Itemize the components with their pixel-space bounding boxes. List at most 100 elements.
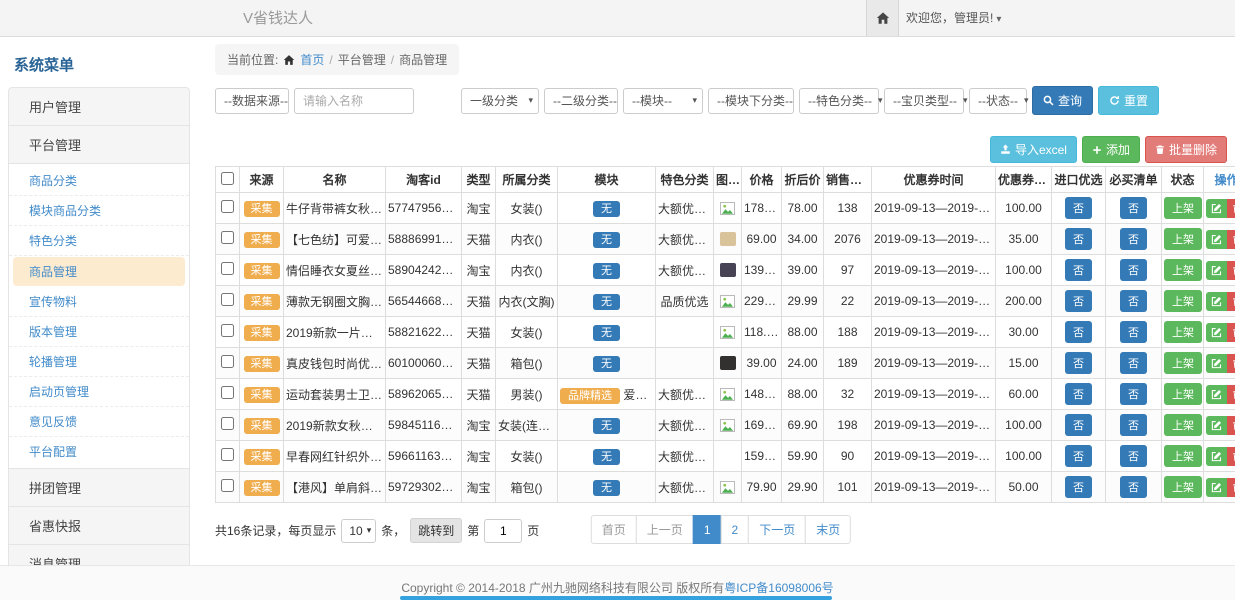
sidebar-item-users[interactable]: 用户管理 (8, 87, 190, 126)
submenu-item-module-goods-category[interactable]: 模块商品分类 (9, 196, 189, 226)
submenu-item-goods-category[interactable]: 商品分类 (9, 166, 189, 196)
jump-button[interactable]: 跳转到 (410, 518, 462, 543)
must-buy-toggle[interactable]: 否 (1120, 383, 1147, 405)
per-page-select[interactable]: 10▾ (341, 519, 376, 543)
delete-button[interactable] (1227, 230, 1235, 249)
edit-button[interactable] (1206, 354, 1227, 373)
status-button[interactable]: 上架 (1164, 228, 1202, 250)
sidebar-item-groupbuy[interactable]: 拼团管理 (8, 468, 190, 507)
status-button[interactable]: 上架 (1164, 352, 1202, 374)
horizontal-scrollbar-thumb[interactable] (400, 596, 832, 600)
row-checkbox[interactable] (221, 448, 234, 461)
must-buy-toggle[interactable]: 否 (1120, 476, 1147, 498)
prev-page-button[interactable]: 上一页 (636, 515, 694, 544)
next-page-button[interactable]: 下一页 (748, 515, 806, 544)
status-button[interactable]: 上架 (1164, 445, 1202, 467)
status-select[interactable]: --状态--▾ (969, 88, 1027, 114)
edit-button[interactable] (1206, 199, 1227, 218)
item-type-select[interactable]: --宝贝类型--▾ (884, 88, 964, 114)
status-button[interactable]: 上架 (1164, 476, 1202, 498)
status-button[interactable]: 上架 (1164, 259, 1202, 281)
icp-link[interactable]: 粤ICP备16098006号 (724, 581, 833, 595)
must-buy-toggle[interactable]: 否 (1120, 445, 1147, 467)
must-buy-toggle[interactable]: 否 (1120, 290, 1147, 312)
must-buy-toggle[interactable]: 否 (1120, 228, 1147, 250)
import-select-toggle[interactable]: 否 (1065, 321, 1092, 343)
sidebar-item-messages[interactable]: 消息管理 (8, 544, 190, 565)
submenu-item-promo-material[interactable]: 宣传物料 (9, 287, 189, 317)
jump-page-input[interactable] (484, 519, 522, 543)
delete-button[interactable] (1227, 199, 1235, 218)
row-checkbox[interactable] (221, 324, 234, 337)
submenu-item-splash[interactable]: 启动页管理 (9, 377, 189, 407)
import-select-toggle[interactable]: 否 (1065, 383, 1092, 405)
delete-button[interactable] (1227, 385, 1235, 404)
row-checkbox[interactable] (221, 200, 234, 213)
level1-category-select[interactable]: 一级分类▾ (461, 88, 539, 114)
user-menu[interactable]: 欢迎您，管理员!▾ (906, 0, 1001, 38)
edit-button[interactable] (1206, 478, 1227, 497)
delete-button[interactable] (1227, 478, 1235, 497)
must-buy-toggle[interactable]: 否 (1120, 197, 1147, 219)
edit-button[interactable] (1206, 385, 1227, 404)
submenu-item-carousel[interactable]: 轮播管理 (9, 347, 189, 377)
submenu-item-goods-management-active[interactable]: 商品管理 (13, 257, 185, 286)
status-button[interactable]: 上架 (1164, 290, 1202, 312)
row-checkbox[interactable] (221, 293, 234, 306)
submenu-item-feature-category[interactable]: 特色分类 (9, 226, 189, 256)
import-select-toggle[interactable]: 否 (1065, 228, 1092, 250)
edit-button[interactable] (1206, 230, 1227, 249)
row-checkbox[interactable] (221, 231, 234, 244)
home-button[interactable] (866, 0, 899, 36)
status-button[interactable]: 上架 (1164, 383, 1202, 405)
add-button[interactable]: 添加 (1082, 136, 1140, 163)
edit-button[interactable] (1206, 447, 1227, 466)
import-select-toggle[interactable]: 否 (1065, 352, 1092, 374)
must-buy-toggle[interactable]: 否 (1120, 321, 1147, 343)
import-select-toggle[interactable]: 否 (1065, 414, 1092, 436)
must-buy-toggle[interactable]: 否 (1120, 414, 1147, 436)
row-checkbox[interactable] (221, 386, 234, 399)
edit-button[interactable] (1206, 292, 1227, 311)
page-button-1[interactable]: 1 (693, 515, 722, 544)
first-page-button[interactable]: 首页 (591, 515, 637, 544)
delete-button[interactable] (1227, 292, 1235, 311)
page-button-2[interactable]: 2 (721, 515, 750, 544)
name-search-input[interactable] (294, 88, 414, 114)
feature-category-select[interactable]: --特色分类--▾ (799, 88, 879, 114)
delete-button[interactable] (1227, 447, 1235, 466)
submenu-item-platform-config[interactable]: 平台配置 (9, 437, 189, 466)
reset-button[interactable]: 重置 (1098, 86, 1159, 115)
delete-button[interactable] (1227, 416, 1235, 435)
import-select-toggle[interactable]: 否 (1065, 259, 1092, 281)
edit-button[interactable] (1206, 323, 1227, 342)
module-select[interactable]: --模块--▾ (623, 88, 703, 114)
submenu-item-feedback[interactable]: 意见反馈 (9, 407, 189, 437)
import-select-toggle[interactable]: 否 (1065, 197, 1092, 219)
row-checkbox[interactable] (221, 355, 234, 368)
select-all-checkbox[interactable] (221, 172, 234, 185)
status-button[interactable]: 上架 (1164, 321, 1202, 343)
must-buy-toggle[interactable]: 否 (1120, 352, 1147, 374)
import-excel-button[interactable]: 导入excel (990, 136, 1077, 163)
batch-delete-button[interactable]: 批量删除 (1145, 136, 1227, 163)
delete-button[interactable] (1227, 261, 1235, 280)
row-checkbox[interactable] (221, 417, 234, 430)
import-select-toggle[interactable]: 否 (1065, 290, 1092, 312)
row-checkbox[interactable] (221, 479, 234, 492)
status-button[interactable]: 上架 (1164, 197, 1202, 219)
edit-button[interactable] (1206, 261, 1227, 280)
last-page-button[interactable]: 末页 (805, 515, 851, 544)
row-checkbox[interactable] (221, 262, 234, 275)
level2-category-select[interactable]: --二级分类--▾ (544, 88, 618, 114)
data-source-select[interactable]: --数据来源--▾ (215, 88, 289, 114)
module-subcategory-select[interactable]: --模块下分类--▾ (708, 88, 794, 114)
search-button[interactable]: 查询 (1032, 86, 1093, 115)
delete-button[interactable] (1227, 354, 1235, 373)
sidebar-item-platform[interactable]: 平台管理 (8, 125, 190, 164)
import-select-toggle[interactable]: 否 (1065, 476, 1092, 498)
must-buy-toggle[interactable]: 否 (1120, 259, 1147, 281)
delete-button[interactable] (1227, 323, 1235, 342)
edit-button[interactable] (1206, 416, 1227, 435)
status-button[interactable]: 上架 (1164, 414, 1202, 436)
